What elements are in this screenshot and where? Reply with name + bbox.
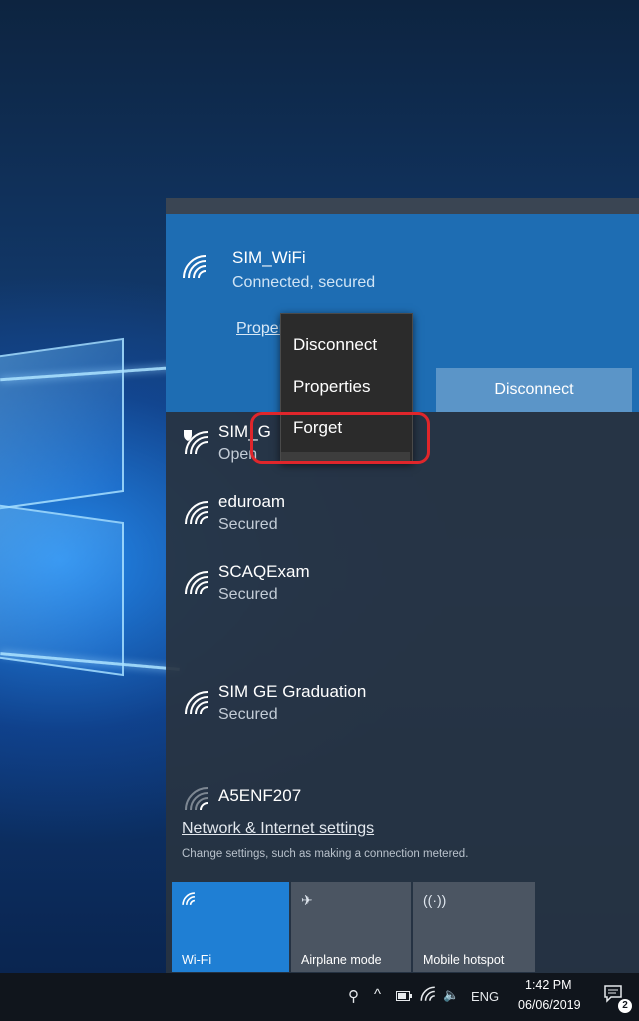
- network-list-item[interactable]: A5ENF207: [166, 778, 639, 818]
- people-icon[interactable]: ⚲: [348, 987, 359, 1005]
- network-list-item[interactable]: SIM GE Graduation Secured: [166, 672, 639, 742]
- flyout-top-strip: [166, 198, 639, 214]
- wifi-icon: [182, 892, 196, 909]
- network-status: Secured: [218, 516, 278, 533]
- menu-item-properties[interactable]: Properties: [293, 377, 370, 397]
- network-name: eduroam: [218, 492, 286, 511]
- network-status: Secured: [218, 586, 278, 603]
- network-settings-link[interactable]: Network & Internet settings: [182, 820, 374, 838]
- network-list-item[interactable]: eduroam Secured: [166, 482, 639, 552]
- clock-time[interactable]: 1:42 PM: [525, 978, 572, 992]
- network-name: SCAQExam: [218, 562, 310, 581]
- network-name: A5ENF207: [218, 786, 302, 805]
- network-list-item[interactable]: SCAQExam Secured: [166, 552, 639, 622]
- wifi-icon: [183, 255, 207, 279]
- windows-logo-pane-lower: [0, 501, 124, 677]
- network-status: Secured: [218, 706, 278, 723]
- wifi-weak-icon: [185, 787, 209, 811]
- language-indicator[interactable]: ENG: [471, 989, 499, 1004]
- network-name: SIM_WiFi: [232, 248, 306, 267]
- wifi-icon[interactable]: [420, 986, 436, 1005]
- network-status: Connected, secured: [232, 274, 376, 291]
- tile-label: Airplane mode: [301, 953, 382, 967]
- mobile-hotspot-tile[interactable]: ((·)) Mobile hotspot: [413, 882, 535, 972]
- forget-highlight-annotation: [250, 412, 430, 464]
- tile-label: Wi-Fi: [182, 953, 212, 967]
- hotspot-icon: ((·)): [423, 892, 447, 908]
- wifi-icon: [185, 571, 209, 595]
- wifi-icon: [185, 691, 209, 715]
- network-name: SIM GE Graduation: [218, 682, 367, 701]
- disconnect-button[interactable]: Disconnect: [436, 368, 632, 412]
- menu-item-disconnect[interactable]: Disconnect: [293, 335, 377, 355]
- wifi-shield-icon: [184, 430, 209, 455]
- wifi-toggle-tile[interactable]: Wi-Fi: [172, 882, 289, 972]
- chevron-up-icon[interactable]: ^: [374, 986, 381, 1003]
- network-settings-description: Change settings, such as making a connec…: [182, 848, 469, 860]
- tile-label: Mobile hotspot: [423, 953, 505, 967]
- battery-icon[interactable]: [396, 989, 412, 1004]
- taskbar: ⚲ ^ 🔈 ENG 1:42 PM 06/06/2019 2: [0, 973, 639, 1021]
- airplane-mode-tile[interactable]: ✈ Airplane mode: [291, 882, 411, 972]
- volume-icon[interactable]: 🔈: [443, 987, 459, 1003]
- airplane-icon: ✈: [301, 892, 313, 908]
- notification-count-badge: 2: [618, 999, 632, 1013]
- clock-date[interactable]: 06/06/2019: [518, 998, 581, 1012]
- windows-logo-pane-upper: [0, 337, 124, 513]
- wifi-icon: [185, 501, 209, 525]
